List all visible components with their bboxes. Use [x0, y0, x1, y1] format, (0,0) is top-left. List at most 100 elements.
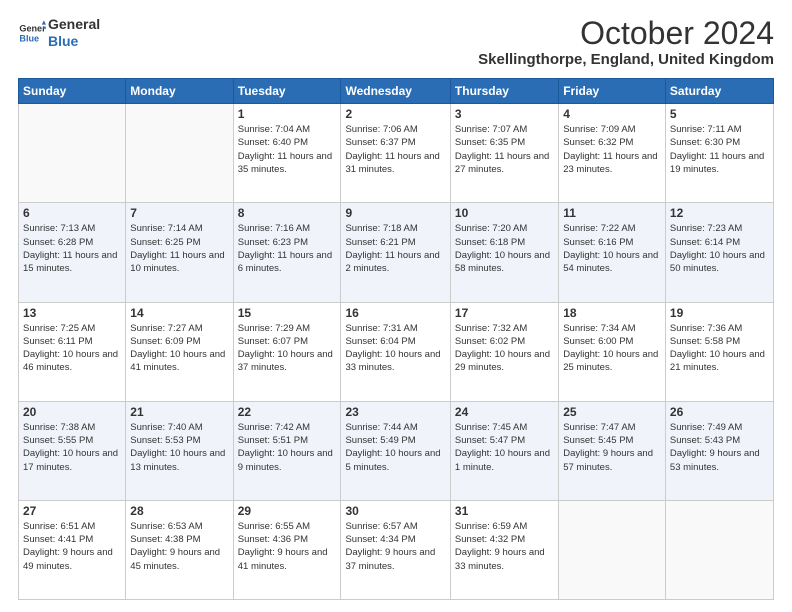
day-info: Sunrise: 7:06 AM Sunset: 6:37 PM Dayligh…: [345, 123, 445, 176]
day-info: Sunrise: 6:51 AM Sunset: 4:41 PM Dayligh…: [23, 520, 121, 573]
week-row-1: 1 Sunrise: 7:04 AM Sunset: 6:40 PM Daylig…: [19, 104, 774, 203]
day-info: Sunrise: 7:47 AM Sunset: 5:45 PM Dayligh…: [563, 421, 661, 474]
day-info: Sunrise: 7:44 AM Sunset: 5:49 PM Dayligh…: [345, 421, 445, 474]
day-info: Sunrise: 7:40 AM Sunset: 5:53 PM Dayligh…: [130, 421, 228, 474]
day-cell: 15 Sunrise: 7:29 AM Sunset: 6:07 PM Dayli…: [233, 302, 341, 401]
day-number: 2: [345, 107, 445, 121]
day-cell: 16 Sunrise: 7:31 AM Sunset: 6:04 PM Dayli…: [341, 302, 450, 401]
day-number: 17: [455, 306, 554, 320]
day-cell: 19Sunrise: 7:36 AM Sunset: 5:58 PM Dayli…: [665, 302, 773, 401]
day-number: 31: [455, 504, 554, 518]
day-cell: 5Sunrise: 7:11 AM Sunset: 6:30 PM Daylig…: [665, 104, 773, 203]
day-cell: 2 Sunrise: 7:06 AM Sunset: 6:37 PM Daylig…: [341, 104, 450, 203]
day-info: Sunrise: 7:27 AM Sunset: 6:09 PM Dayligh…: [130, 322, 228, 375]
day-info: Sunrise: 7:49 AM Sunset: 5:43 PM Dayligh…: [670, 421, 769, 474]
day-info: Sunrise: 6:53 AM Sunset: 4:38 PM Dayligh…: [130, 520, 228, 573]
title-block: October 2024 Skellingthorpe, England, Un…: [478, 16, 774, 68]
week-row-3: 13 Sunrise: 7:25 AM Sunset: 6:11 PM Dayli…: [19, 302, 774, 401]
day-number: 3: [455, 107, 554, 121]
day-info: Sunrise: 7:04 AM Sunset: 6:40 PM Dayligh…: [238, 123, 337, 176]
day-info: Sunrise: 7:23 AM Sunset: 6:14 PM Dayligh…: [670, 222, 769, 275]
day-cell: 30 Sunrise: 6:57 AM Sunset: 4:34 PM Dayli…: [341, 500, 450, 599]
day-number: 14: [130, 306, 228, 320]
logo-blue: Blue: [48, 33, 100, 50]
day-number: 27: [23, 504, 121, 518]
day-cell: 7Sunrise: 7:14 AM Sunset: 6:25 PM Daylig…: [126, 203, 233, 302]
day-cell: 11 Sunrise: 7:22 AM Sunset: 6:16 PM Dayli…: [559, 203, 666, 302]
day-number: 16: [345, 306, 445, 320]
day-cell: [126, 104, 233, 203]
header: General Blue General Blue October 2024 S…: [18, 16, 774, 68]
week-row-5: 27 Sunrise: 6:51 AM Sunset: 4:41 PM Dayli…: [19, 500, 774, 599]
day-cell: 1 Sunrise: 7:04 AM Sunset: 6:40 PM Daylig…: [233, 104, 341, 203]
day-cell: 14 Sunrise: 7:27 AM Sunset: 6:09 PM Dayli…: [126, 302, 233, 401]
day-cell: 6Sunrise: 7:13 AM Sunset: 6:28 PM Daylig…: [19, 203, 126, 302]
logo-general: General: [48, 16, 100, 33]
day-number: 11: [563, 206, 661, 220]
day-cell: [665, 500, 773, 599]
day-cell: 22 Sunrise: 7:42 AM Sunset: 5:51 PM Dayli…: [233, 401, 341, 500]
day-info: Sunrise: 6:59 AM Sunset: 4:32 PM Dayligh…: [455, 520, 554, 573]
day-number: 10: [455, 206, 554, 220]
day-number: 1: [238, 107, 337, 121]
day-number: 13: [23, 306, 121, 320]
day-number: 23: [345, 405, 445, 419]
day-info: Sunrise: 6:57 AM Sunset: 4:34 PM Dayligh…: [345, 520, 445, 573]
day-cell: 12 Sunrise: 7:23 AM Sunset: 6:14 PM Dayli…: [665, 203, 773, 302]
day-cell: 29Sunrise: 6:55 AM Sunset: 4:36 PM Dayli…: [233, 500, 341, 599]
day-info: Sunrise: 7:42 AM Sunset: 5:51 PM Dayligh…: [238, 421, 337, 474]
day-info: Sunrise: 7:16 AM Sunset: 6:23 PM Dayligh…: [238, 222, 337, 275]
day-info: Sunrise: 7:25 AM Sunset: 6:11 PM Dayligh…: [23, 322, 121, 375]
day-info: Sunrise: 7:22 AM Sunset: 6:16 PM Dayligh…: [563, 222, 661, 275]
header-row: Sunday Monday Tuesday Wednesday Thursday…: [19, 79, 774, 104]
day-info: Sunrise: 7:31 AM Sunset: 6:04 PM Dayligh…: [345, 322, 445, 375]
day-cell: 31 Sunrise: 6:59 AM Sunset: 4:32 PM Dayli…: [450, 500, 558, 599]
day-number: 22: [238, 405, 337, 419]
day-info: Sunrise: 7:20 AM Sunset: 6:18 PM Dayligh…: [455, 222, 554, 275]
day-number: 12: [670, 206, 769, 220]
day-cell: 18Sunrise: 7:34 AM Sunset: 6:00 PM Dayli…: [559, 302, 666, 401]
day-cell: 17 Sunrise: 7:32 AM Sunset: 6:02 PM Dayli…: [450, 302, 558, 401]
day-number: 29: [238, 504, 337, 518]
col-wednesday: Wednesday: [341, 79, 450, 104]
day-number: 15: [238, 306, 337, 320]
day-cell: 21 Sunrise: 7:40 AM Sunset: 5:53 PM Dayli…: [126, 401, 233, 500]
day-cell: 9 Sunrise: 7:18 AM Sunset: 6:21 PM Daylig…: [341, 203, 450, 302]
week-row-4: 20Sunrise: 7:38 AM Sunset: 5:55 PM Dayli…: [19, 401, 774, 500]
day-info: Sunrise: 7:09 AM Sunset: 6:32 PM Dayligh…: [563, 123, 661, 176]
day-cell: [19, 104, 126, 203]
day-number: 8: [238, 206, 337, 220]
day-cell: 28Sunrise: 6:53 AM Sunset: 4:38 PM Dayli…: [126, 500, 233, 599]
day-cell: 13 Sunrise: 7:25 AM Sunset: 6:11 PM Dayli…: [19, 302, 126, 401]
day-number: 30: [345, 504, 445, 518]
location-title: Skellingthorpe, England, United Kingdom: [478, 51, 774, 68]
col-tuesday: Tuesday: [233, 79, 341, 104]
day-info: Sunrise: 7:13 AM Sunset: 6:28 PM Dayligh…: [23, 222, 121, 275]
calendar-header: Sunday Monday Tuesday Wednesday Thursday…: [19, 79, 774, 104]
col-saturday: Saturday: [665, 79, 773, 104]
day-number: 24: [455, 405, 554, 419]
day-cell: 26 Sunrise: 7:49 AM Sunset: 5:43 PM Dayli…: [665, 401, 773, 500]
day-number: 5: [670, 107, 769, 121]
day-info: Sunrise: 7:29 AM Sunset: 6:07 PM Dayligh…: [238, 322, 337, 375]
day-cell: 20Sunrise: 7:38 AM Sunset: 5:55 PM Dayli…: [19, 401, 126, 500]
day-number: 21: [130, 405, 228, 419]
day-number: 7: [130, 206, 228, 220]
day-number: 25: [563, 405, 661, 419]
calendar-table: Sunday Monday Tuesday Wednesday Thursday…: [18, 78, 774, 600]
day-info: Sunrise: 7:36 AM Sunset: 5:58 PM Dayligh…: [670, 322, 769, 375]
day-info: Sunrise: 7:45 AM Sunset: 5:47 PM Dayligh…: [455, 421, 554, 474]
day-cell: 10 Sunrise: 7:20 AM Sunset: 6:18 PM Dayli…: [450, 203, 558, 302]
week-row-2: 6Sunrise: 7:13 AM Sunset: 6:28 PM Daylig…: [19, 203, 774, 302]
day-info: Sunrise: 7:32 AM Sunset: 6:02 PM Dayligh…: [455, 322, 554, 375]
day-cell: 8 Sunrise: 7:16 AM Sunset: 6:23 PM Daylig…: [233, 203, 341, 302]
day-cell: 25 Sunrise: 7:47 AM Sunset: 5:45 PM Dayli…: [559, 401, 666, 500]
day-info: Sunrise: 7:34 AM Sunset: 6:00 PM Dayligh…: [563, 322, 661, 375]
svg-text:Blue: Blue: [19, 33, 39, 43]
day-number: 9: [345, 206, 445, 220]
day-number: 26: [670, 405, 769, 419]
logo-icon: General Blue: [18, 19, 46, 47]
day-cell: 23 Sunrise: 7:44 AM Sunset: 5:49 PM Dayli…: [341, 401, 450, 500]
day-cell: 24 Sunrise: 7:45 AM Sunset: 5:47 PM Dayli…: [450, 401, 558, 500]
day-info: Sunrise: 7:18 AM Sunset: 6:21 PM Dayligh…: [345, 222, 445, 275]
